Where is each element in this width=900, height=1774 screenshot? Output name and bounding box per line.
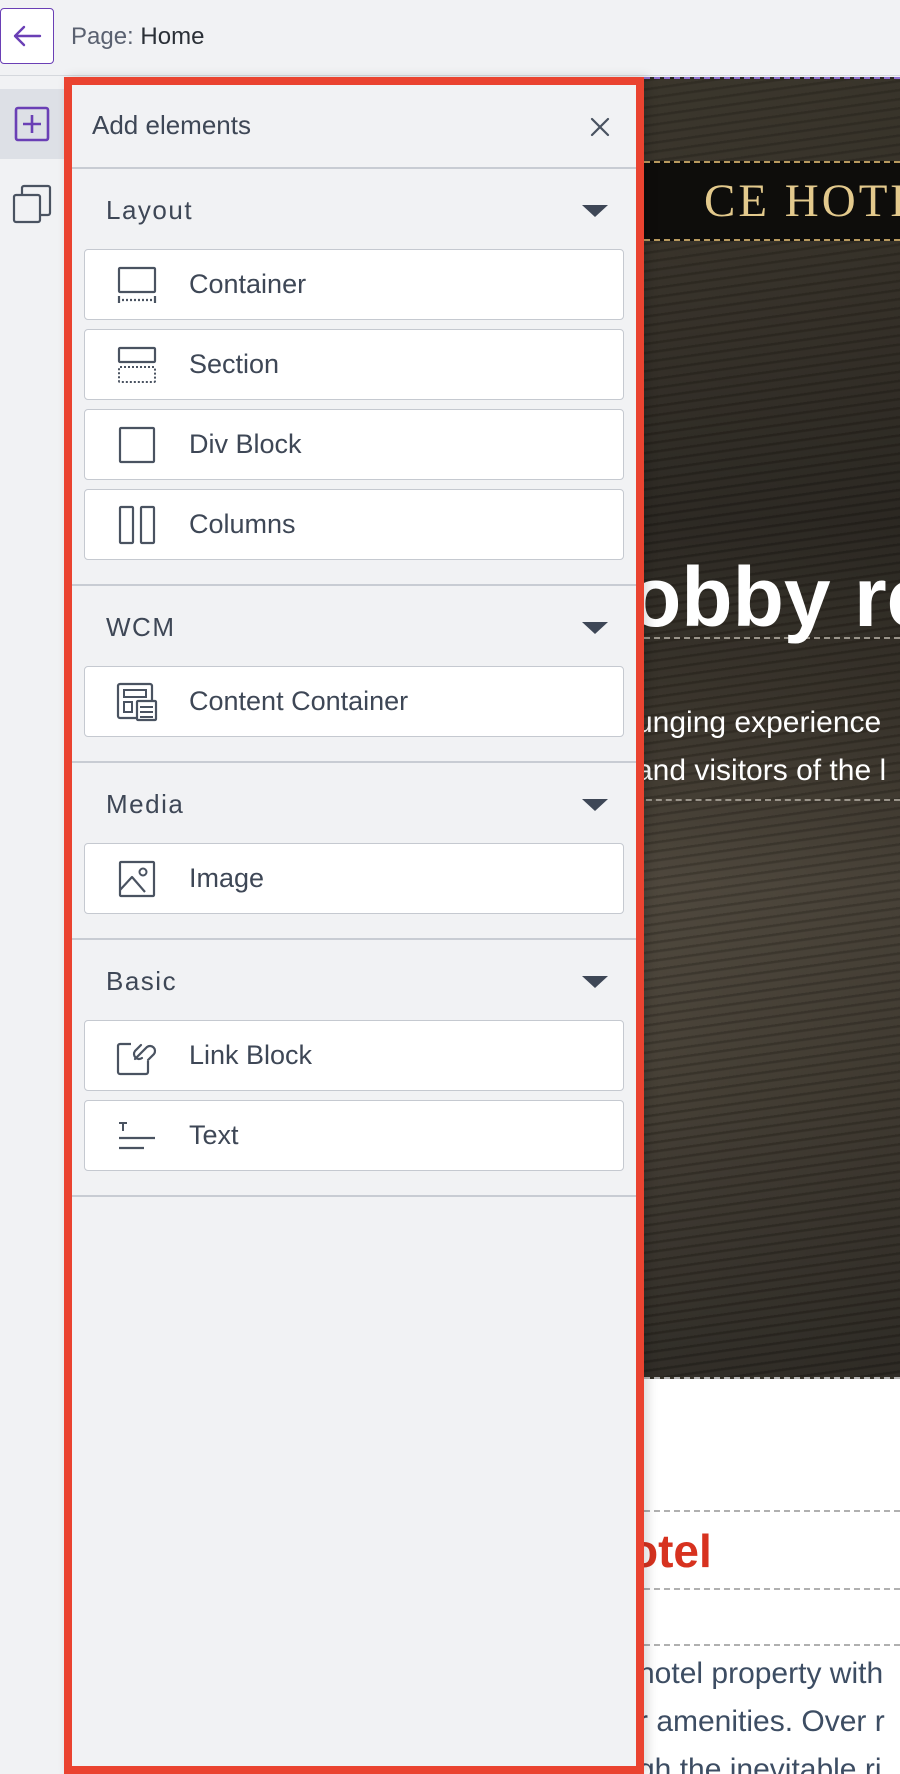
image-icon: [85, 843, 189, 914]
caret-down-icon[interactable]: [582, 622, 608, 634]
section-body-line-3: gh the inevitable ri: [638, 1753, 882, 1774]
element-columns[interactable]: Columns: [84, 489, 624, 560]
add-elements-panel: Add elements Layout Container Section Di…: [64, 77, 644, 1774]
element-text[interactable]: Text: [84, 1100, 624, 1171]
caret-down-icon[interactable]: [582, 799, 608, 811]
caret-down-icon[interactable]: [582, 205, 608, 217]
container-icon: [85, 249, 189, 320]
pages-rail-button[interactable]: [0, 169, 64, 239]
element-label: Div Block: [189, 429, 302, 459]
panel-header: Add elements: [72, 85, 636, 169]
left-rail: [0, 77, 64, 1774]
breadcrumb-page[interactable]: Home: [140, 23, 204, 50]
section-body-line-2: r amenities. Over r: [638, 1705, 885, 1738]
add-elements-rail-button[interactable]: [0, 89, 64, 159]
caret-down-icon[interactable]: [582, 976, 608, 988]
breadcrumb: Page: Home: [71, 23, 204, 51]
element-label: Image: [189, 863, 265, 893]
pages-icon: [12, 184, 52, 224]
section-body-line-1: hotel property with: [638, 1657, 884, 1690]
back-button[interactable]: [0, 8, 54, 64]
group-title: Basic: [106, 966, 178, 996]
section-icon: [85, 329, 189, 400]
element-container[interactable]: Container: [84, 249, 624, 320]
breadcrumb-label: Page:: [71, 23, 134, 50]
div-block-icon: [85, 409, 189, 480]
content-container-icon: [85, 666, 189, 737]
group-title: WCM: [106, 612, 176, 642]
group-layout-header[interactable]: Layout: [72, 169, 636, 249]
element-label: Section: [189, 349, 280, 379]
group-media-header[interactable]: Media: [72, 763, 636, 843]
group-basic: Basic Link Block Text: [72, 940, 636, 1197]
hero-subtext-line-1: unging experience: [636, 706, 882, 739]
text-icon: [85, 1100, 189, 1171]
group-layout: Layout Container Section Div Block Colum…: [72, 169, 636, 586]
element-image[interactable]: Image: [84, 843, 624, 914]
close-icon: [590, 117, 610, 137]
group-wcm-header[interactable]: WCM: [72, 586, 636, 666]
plus-square-icon: [14, 106, 50, 142]
hero-subtext-line-2: and visitors of the l: [636, 747, 900, 801]
link-block-icon: [85, 1020, 189, 1091]
element-content-container[interactable]: Content Container: [84, 666, 624, 737]
top-bar: Page: Home: [0, 0, 900, 76]
element-label: Columns: [189, 509, 296, 539]
element-div-block[interactable]: Div Block: [84, 409, 624, 480]
group-title: Media: [106, 789, 185, 819]
arrow-left-icon: [13, 25, 42, 47]
group-title: Layout: [106, 195, 194, 225]
hotel-name-banner[interactable]: CE HOTEL: [624, 161, 900, 241]
element-label: Text: [189, 1120, 239, 1150]
element-label: Content Container: [189, 686, 409, 716]
group-wcm: WCM Content Container: [72, 586, 636, 763]
close-button[interactable]: [586, 113, 614, 141]
group-basic-header[interactable]: Basic: [72, 940, 636, 1020]
element-label: Link Block: [189, 1040, 313, 1070]
element-link-block[interactable]: Link Block: [84, 1020, 624, 1091]
group-media: Media Image: [72, 763, 636, 940]
columns-icon: [85, 489, 189, 560]
hotel-name-text: CE HOTEL: [704, 175, 900, 227]
element-section[interactable]: Section: [84, 329, 624, 400]
panel-title: Add elements: [92, 110, 251, 140]
element-label: Container: [189, 269, 307, 299]
